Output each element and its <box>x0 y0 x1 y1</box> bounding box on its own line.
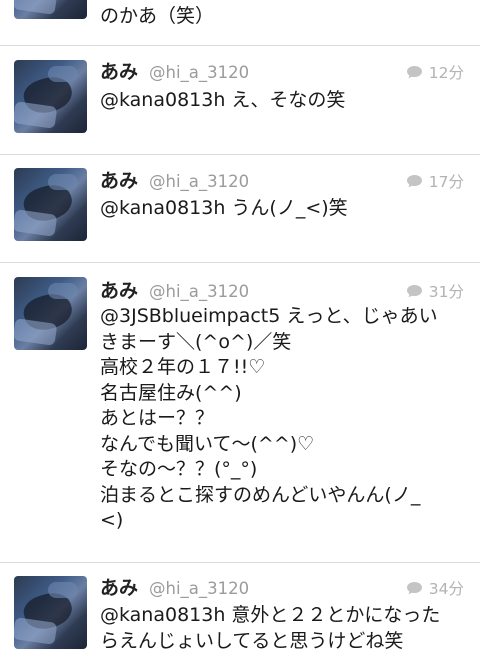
tweet-item[interactable]: あみ @hi_a_3120 12分 @kana0813h え、そなの笑 <box>0 46 480 155</box>
tweet-text: @kana0813h うん(ノ_<)笑 <box>100 197 348 219</box>
tweet-time: 17分 <box>428 173 464 191</box>
tweet-meta: 34分 <box>406 575 464 601</box>
speech-bubble-icon <box>406 175 422 188</box>
tweet-item[interactable]: あみ @hi_a_3120 17分 @kana0813h うん(ノ_<)笑 <box>0 155 480 263</box>
avatar[interactable] <box>14 60 87 133</box>
tweet-header: あみ @hi_a_3120 31分 <box>100 278 464 304</box>
speech-bubble-icon <box>406 582 422 595</box>
tweet-item[interactable]: あみ @hi_a_3120 31分 @3JSBblueimpact5 えっと、じ… <box>0 263 480 563</box>
tweet-time: 12分 <box>428 64 464 82</box>
tweet-meta: 12分 <box>406 59 464 85</box>
tweet-meta: 31分 <box>406 278 464 304</box>
tweet-text: のかあ（笑） <box>100 5 215 27</box>
avatar[interactable] <box>14 0 87 19</box>
tweet-time: 34分 <box>428 580 464 598</box>
avatar[interactable] <box>14 168 87 241</box>
tweet-header: あみ @hi_a_3120 34分 <box>100 575 464 601</box>
tweet-meta: 17分 <box>406 168 464 194</box>
timeline: のかあ（笑） あみ @hi_a_3120 12分 @kana0813h え、そな… <box>0 0 480 671</box>
user-name[interactable]: あみ <box>100 575 138 601</box>
tweet-text: @kana0813h え、そなの笑 <box>100 89 346 111</box>
speech-bubble-icon <box>406 285 422 298</box>
user-handle[interactable]: @hi_a_3120 <box>149 59 249 87</box>
user-handle[interactable]: @hi_a_3120 <box>149 278 249 306</box>
user-name[interactable]: あみ <box>100 59 138 85</box>
tweet-time: 31分 <box>428 283 464 301</box>
speech-bubble-icon <box>406 66 422 79</box>
tweet-header: あみ @hi_a_3120 12分 <box>100 59 464 85</box>
tweet-header: あみ @hi_a_3120 17分 <box>100 168 464 194</box>
tweet-item[interactable]: のかあ（笑） <box>0 0 480 46</box>
user-handle[interactable]: @hi_a_3120 <box>149 168 249 196</box>
user-name[interactable]: あみ <box>100 168 138 194</box>
tweet-text: @3JSBblueimpact5 えっと、じゃあい きまーす＼(^o^)／笑 高… <box>100 305 438 531</box>
user-name[interactable]: あみ <box>100 278 138 304</box>
user-handle[interactable]: @hi_a_3120 <box>149 575 249 603</box>
avatar[interactable] <box>14 277 87 350</box>
tweet-item[interactable]: あみ @hi_a_3120 34分 @kana0813h 意外と２２とかになった… <box>0 563 480 671</box>
tweet-text: @kana0813h 意外と２２とかになった らえんじょいしてると思うけどね笑 <box>100 604 441 652</box>
avatar[interactable] <box>14 576 87 649</box>
